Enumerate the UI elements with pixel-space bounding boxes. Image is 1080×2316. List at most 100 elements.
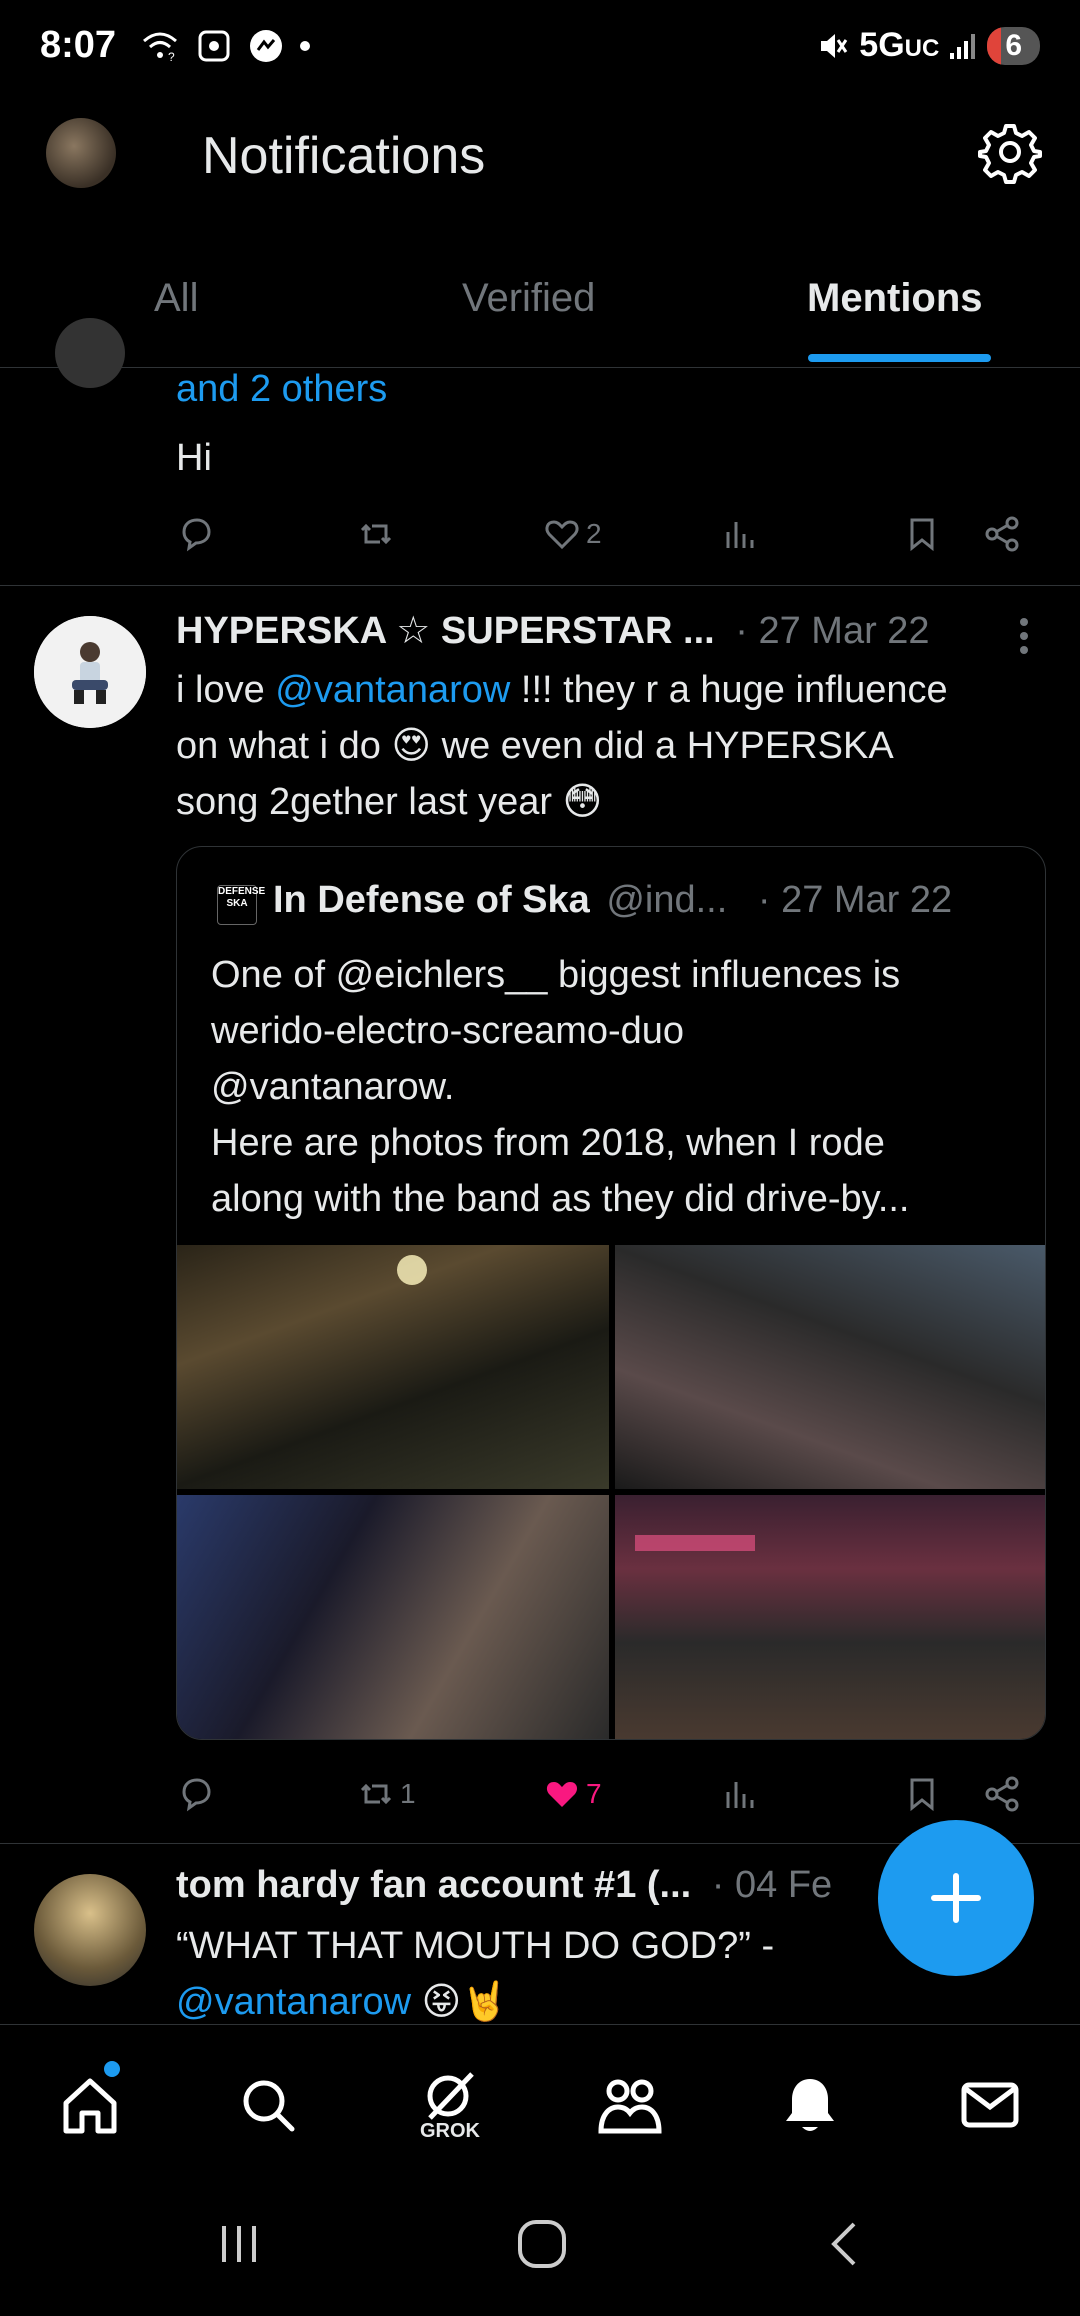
bookmark-button[interactable]	[902, 514, 942, 554]
nav-notifications[interactable]	[770, 2065, 850, 2145]
plus-icon	[931, 1873, 981, 1923]
share-icon	[985, 516, 1019, 552]
app-header: Notifications	[0, 100, 1080, 260]
mention-link[interactable]: @vantanarow	[176, 1981, 411, 2023]
repost-count: 1	[400, 1778, 416, 1809]
screenshot-icon	[198, 30, 230, 62]
like-count: 7	[586, 1778, 602, 1809]
author-name[interactable]: tom hardy fan account #1 (...	[176, 1864, 691, 1906]
avatar[interactable]	[55, 318, 125, 388]
photo-1[interactable]	[177, 1245, 609, 1489]
views-button[interactable]	[720, 514, 760, 554]
home-unread-dot	[104, 2061, 120, 2077]
status-bar: 8:07 ? 5GUC 6	[0, 0, 1080, 100]
avatar[interactable]	[34, 1874, 146, 1986]
nav-messages[interactable]	[950, 2065, 1030, 2145]
repost-button[interactable]	[356, 514, 396, 554]
more-options-icon[interactable]	[1012, 614, 1036, 658]
views-icon	[726, 1782, 754, 1808]
notification-item[interactable]: and 2 others Hi 2	[0, 318, 1080, 586]
page-title: Notifications	[202, 127, 486, 185]
repost-button[interactable]: 1	[356, 1774, 416, 1814]
heart-filled-icon	[546, 1782, 578, 1807]
quoted-author-name: In Defense of Ska	[273, 879, 590, 921]
compose-button[interactable]	[878, 1820, 1034, 1976]
post-actions: 1 7	[176, 1774, 1036, 1824]
settings-gear-icon[interactable]	[978, 120, 1042, 184]
share-button[interactable]	[982, 1774, 1022, 1814]
post-text: Hi	[176, 437, 212, 479]
active-tab-indicator	[808, 354, 991, 362]
notification-dot-icon	[300, 41, 310, 51]
heart-icon	[545, 520, 579, 550]
mail-icon	[961, 2082, 1019, 2128]
system-navigation-bar	[0, 2174, 1080, 2316]
tab-verified[interactable]: Verified	[462, 276, 595, 321]
quoted-author-handle: @ind...	[606, 879, 728, 921]
bookmark-icon	[910, 1778, 934, 1812]
reply-icon	[182, 518, 211, 552]
battery-indicator: 6	[987, 26, 1040, 65]
reply-button[interactable]	[176, 1774, 216, 1814]
others-link[interactable]: and 2 others	[176, 368, 387, 411]
grok-icon	[427, 2071, 474, 2120]
views-icon	[726, 522, 754, 548]
clock: 8:07	[40, 24, 117, 66]
bell-filled-icon	[786, 2079, 834, 2131]
views-button[interactable]	[720, 1774, 760, 1814]
grok-label: GROK	[420, 2119, 480, 2142]
tab-mentions[interactable]: Mentions	[807, 276, 983, 321]
notification-item[interactable]: HYPERSKA ☆ SUPERSTAR ... · 27 Mar 22 i l…	[0, 588, 1080, 1844]
bookmark-icon	[910, 518, 934, 552]
post-text: i love @vantanarow !!! they r a huge inf…	[176, 669, 948, 823]
bookmark-button[interactable]	[902, 1774, 942, 1814]
nav-search[interactable]	[228, 2065, 308, 2145]
nav-communities[interactable]	[590, 2065, 670, 2145]
notification-tabs: All Verified Mentions	[0, 262, 1080, 368]
recent-apps-icon[interactable]	[214, 2214, 264, 2274]
signal-icon	[950, 33, 976, 59]
author-name[interactable]: HYPERSKA ☆ SUPERSTAR ...	[176, 610, 715, 652]
nav-home[interactable]	[50, 2065, 130, 2145]
svg-text:?: ?	[168, 50, 175, 63]
post-actions: 2	[176, 514, 1036, 564]
quoted-text: One of @eichlers__ biggest influences is…	[211, 954, 910, 1220]
wifi-icon: ?	[143, 32, 177, 63]
share-icon	[985, 1776, 1019, 1812]
reply-icon	[182, 1778, 211, 1812]
share-button[interactable]	[982, 514, 1022, 554]
search-icon	[243, 2080, 295, 2132]
avatar[interactable]	[34, 616, 146, 728]
photo-grid	[177, 1245, 1045, 1739]
quoted-author-avatar: DEFENSE SKA	[217, 885, 265, 925]
like-button[interactable]: 2	[542, 514, 602, 554]
photo-4[interactable]	[615, 1495, 1045, 1739]
profile-avatar[interactable]	[46, 118, 116, 188]
quoted-post[interactable]: DEFENSE SKA In Defense of Ska @ind... · …	[176, 846, 1046, 1740]
home-icon	[63, 2078, 117, 2134]
reply-button[interactable]	[176, 514, 216, 554]
home-button-icon[interactable]	[514, 2214, 570, 2274]
like-button[interactable]: 7	[542, 1774, 602, 1814]
network-type: 5GUC	[859, 26, 940, 64]
nav-grok[interactable]: GROK	[410, 2065, 490, 2145]
status-icons-right: 5GUC 6	[815, 26, 1040, 65]
mute-icon	[821, 33, 848, 58]
repost-icon	[360, 523, 392, 545]
post-date: · 04 Fe	[711, 1864, 833, 1906]
communities-icon	[598, 2079, 662, 2134]
mention-link[interactable]: @vantanarow	[275, 669, 510, 711]
status-icons-left: ?	[140, 28, 310, 64]
photo-2[interactable]	[615, 1245, 1045, 1489]
post-header: HYPERSKA ☆ SUPERSTAR ... · 27 Mar 22	[176, 608, 930, 653]
like-count: 2	[586, 518, 602, 549]
quoted-date: · 27 Mar 22	[757, 879, 953, 921]
post-date: · 27 Mar 22	[735, 610, 930, 652]
bottom-navigation: GROK	[0, 2024, 1080, 2174]
photo-3[interactable]	[177, 1495, 609, 1739]
repost-icon	[360, 1783, 392, 1805]
messenger-icon	[250, 30, 282, 62]
tab-all[interactable]: All	[154, 276, 198, 321]
quoted-header: In Defense of Ska @ind... · 27 Mar 22	[273, 879, 952, 922]
back-icon[interactable]	[820, 2214, 870, 2274]
